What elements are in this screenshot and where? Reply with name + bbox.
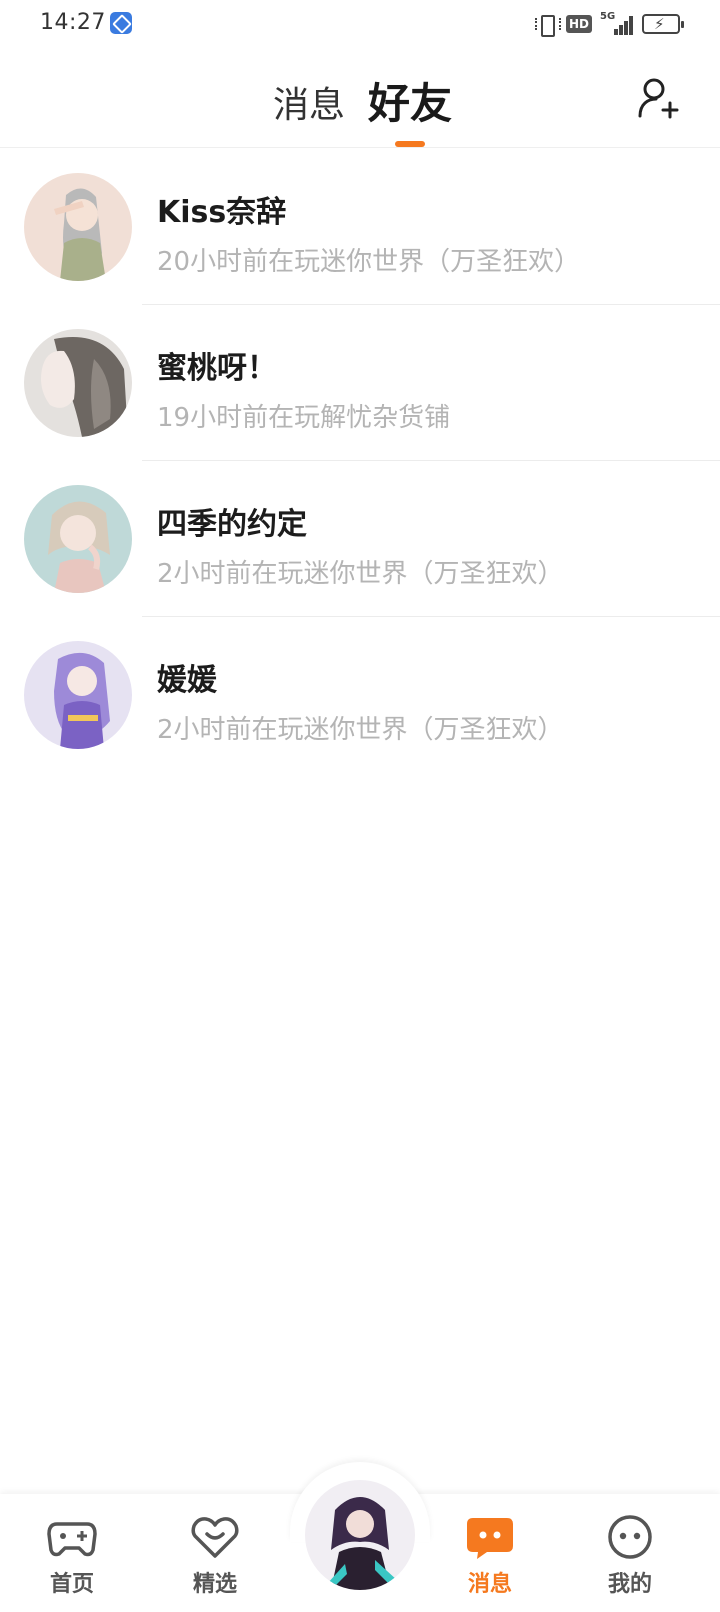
nav-home[interactable]: 首页 bbox=[27, 1514, 117, 1598]
active-tab-indicator bbox=[395, 141, 425, 147]
nav-messages[interactable]: 消息 bbox=[445, 1514, 535, 1598]
nav-center-button[interactable] bbox=[305, 1480, 415, 1590]
friend-item[interactable]: 四季的约定 2小时前在玩迷你世界（万圣狂欢） bbox=[0, 461, 720, 617]
character-avatar-icon bbox=[327, 1497, 397, 1590]
status-bar: 14:27 HD 5G ⚡ bbox=[0, 0, 720, 48]
friend-item[interactable]: Kiss奈辞 20小时前在玩迷你世界（万圣狂欢） bbox=[0, 149, 720, 305]
friend-status: 2小时前在玩迷你世界（万圣狂欢） bbox=[157, 715, 564, 745]
status-icons: HD 5G ⚡ bbox=[534, 11, 684, 37]
friend-status: 2小时前在玩迷你世界（万圣狂欢） bbox=[157, 559, 564, 589]
friend-name: 蜜桃呀！ bbox=[157, 351, 277, 386]
nav-featured-label: 精选 bbox=[192, 1572, 237, 1597]
friend-name: 媛媛 bbox=[157, 663, 217, 698]
friend-name: Kiss奈辞 bbox=[157, 195, 287, 230]
avatar[interactable] bbox=[24, 173, 132, 281]
friend-status: 20小时前在玩迷你世界（万圣狂欢） bbox=[157, 247, 581, 277]
friend-item[interactable]: 蜜桃呀！ 19小时前在玩解忧杂货铺 bbox=[0, 305, 720, 461]
header: 消息 好友 bbox=[0, 48, 720, 148]
nav-profile[interactable]: 我的 bbox=[585, 1514, 675, 1598]
tab-friends[interactable]: 好友 bbox=[368, 70, 452, 131]
nav-home-label: 首页 bbox=[49, 1572, 94, 1597]
smiley-icon bbox=[608, 1515, 652, 1559]
add-friend-icon bbox=[638, 78, 679, 119]
avatar[interactable] bbox=[24, 485, 132, 593]
friend-status: 19小时前在玩解忧杂货铺 bbox=[157, 403, 451, 433]
avatar[interactable] bbox=[24, 329, 132, 437]
network-label: 5G bbox=[600, 11, 616, 22]
chat-bubble-icon bbox=[467, 1518, 513, 1559]
nav-featured[interactable]: 精选 bbox=[170, 1514, 260, 1598]
avatar[interactable] bbox=[24, 641, 132, 749]
nav-profile-label: 我的 bbox=[607, 1572, 652, 1597]
tab-messages[interactable]: 消息 bbox=[273, 76, 345, 128]
nav-messages-label: 消息 bbox=[467, 1572, 512, 1597]
battery-icon: ⚡ bbox=[642, 14, 684, 34]
heart-icon bbox=[191, 1517, 239, 1558]
vibrate-icon bbox=[534, 12, 561, 37]
friend-item[interactable]: 媛媛 2小时前在玩迷你世界（万圣狂欢） bbox=[0, 617, 720, 773]
app-notification-icon bbox=[110, 12, 132, 34]
add-friend-button[interactable] bbox=[636, 76, 680, 120]
status-time: 14:27 bbox=[40, 10, 106, 35]
friend-name: 四季的约定 bbox=[157, 507, 307, 542]
signal-icon: 5G bbox=[600, 11, 634, 35]
hd-icon: HD bbox=[565, 15, 592, 33]
friend-list: Kiss奈辞 20小时前在玩迷你世界（万圣狂欢） 蜜桃呀！ 19小时前在玩解忧杂… bbox=[0, 149, 720, 773]
gamepad-icon bbox=[47, 1522, 97, 1557]
